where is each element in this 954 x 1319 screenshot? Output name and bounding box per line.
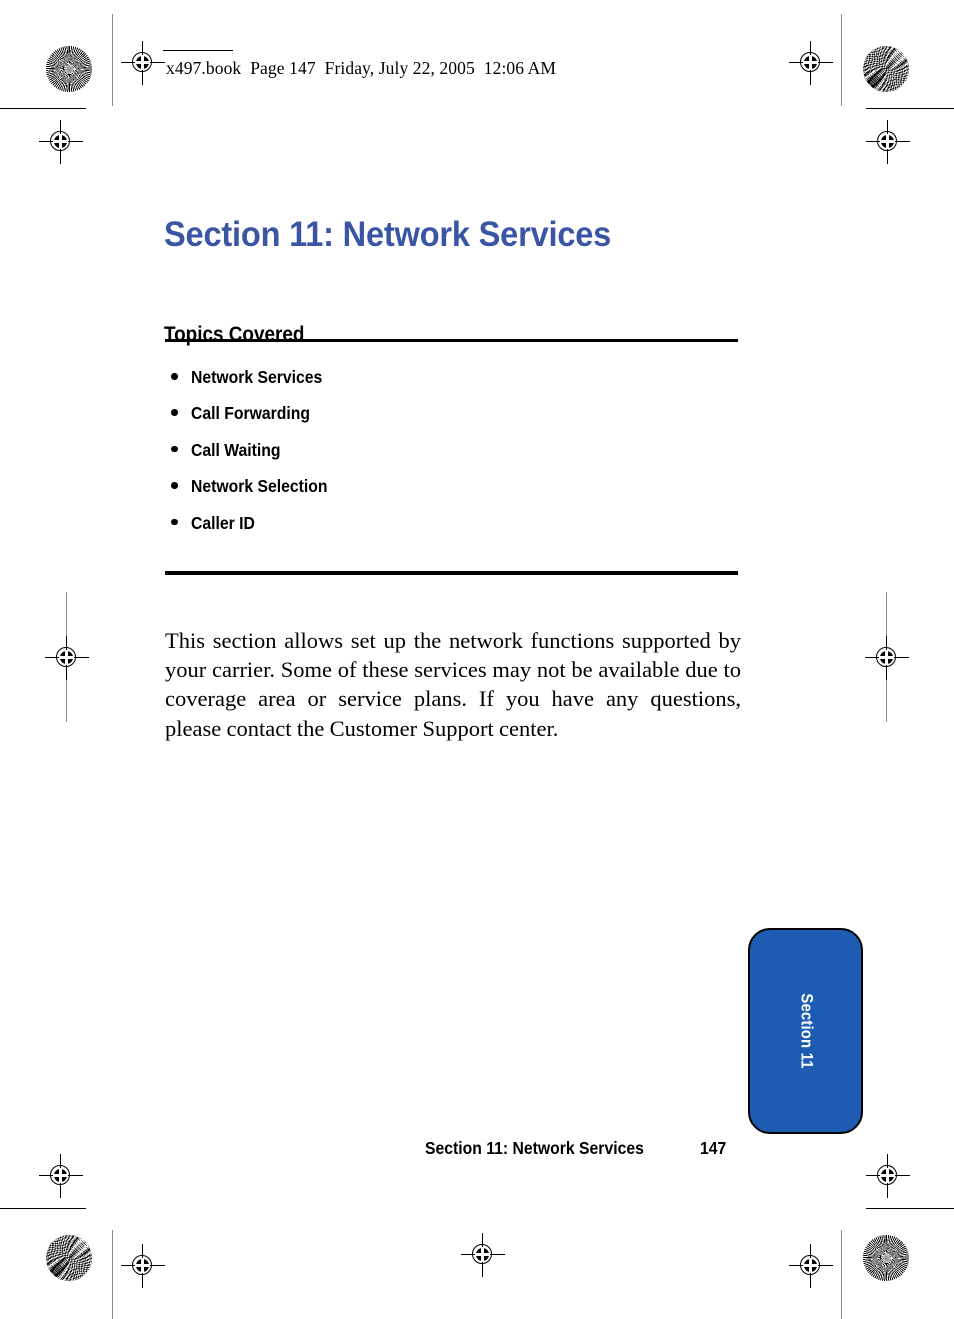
- list-item-label: Call Forwarding: [191, 403, 311, 424]
- list-item: Call Waiting: [165, 439, 738, 477]
- registration-target-left-lower: [39, 1154, 83, 1198]
- bullet-icon: [171, 518, 178, 526]
- bullet-icon: [171, 482, 178, 489]
- footer-section-title: Section 11: Network Services: [425, 1138, 644, 1158]
- list-item-label: Caller ID: [191, 512, 255, 533]
- registration-target-bottom-right: [789, 1244, 833, 1288]
- registration-target-top-left: [121, 41, 165, 85]
- registration-target-bottom-center: [461, 1233, 505, 1277]
- body-paragraph: This section allows set up the network f…: [165, 627, 741, 741]
- list-item-label: Network Services: [191, 367, 323, 387]
- list-item-label: Call Waiting: [191, 439, 281, 460]
- registration-target-right-lower: [866, 1154, 910, 1198]
- list-item: Network Selection: [165, 476, 738, 513]
- list-item: Call Forwarding: [165, 404, 738, 440]
- bullet-icon: [171, 445, 178, 453]
- crop-line-horizontal-right-lower: [866, 1208, 954, 1210]
- crop-line-vertical-bottom-left: [112, 1230, 114, 1319]
- list-item: Network Services: [165, 367, 738, 404]
- crop-line-vertical-top-right: [841, 14, 843, 106]
- rosette-moire-mark-top-right: [863, 46, 909, 92]
- registration-target-left-upper: [39, 120, 83, 164]
- crop-line-horizontal-left-upper: [0, 108, 86, 110]
- topics-rule-bottom: [165, 571, 738, 575]
- registration-target-top-right: [789, 41, 833, 85]
- crop-line-horizontal-header: [163, 50, 233, 52]
- topics-covered-heading: Topics Covered: [164, 323, 305, 347]
- crop-line-vertical-bottom-right: [841, 1230, 843, 1319]
- topics-rule-top: [165, 339, 738, 342]
- bullet-icon: [171, 409, 178, 416]
- rosette-star-mark-bottom-right: [863, 1235, 909, 1281]
- registration-target-right-middle: [865, 636, 909, 680]
- topics-list: Network Services Call Forwarding Call Wa…: [165, 367, 738, 550]
- section-side-tab: Section 11: [748, 928, 863, 1134]
- footer-page-number: 147: [700, 1138, 727, 1158]
- crop-line-vertical-top-left: [112, 14, 114, 106]
- registration-target-bottom-left: [121, 1244, 165, 1288]
- list-item-label: Network Selection: [191, 476, 328, 497]
- rosette-star-mark-top-left: [46, 46, 92, 92]
- registration-target-right-upper: [866, 120, 910, 164]
- bullet-icon: [171, 373, 178, 380]
- section-side-tab-label: Section 11: [797, 993, 815, 1069]
- page-title: Section 11: Network Services: [164, 215, 612, 255]
- rosette-moire-mark-bottom-left: [46, 1235, 92, 1281]
- list-item: Caller ID: [165, 512, 738, 550]
- print-file-header: x497.book Page 147 Friday, July 22, 2005…: [166, 58, 557, 78]
- crop-line-horizontal-left-lower: [0, 1208, 86, 1210]
- page-footer: Section 11: Network Services 147: [425, 1138, 726, 1159]
- crop-line-horizontal-right-upper: [866, 108, 954, 110]
- registration-target-left-middle: [45, 636, 89, 680]
